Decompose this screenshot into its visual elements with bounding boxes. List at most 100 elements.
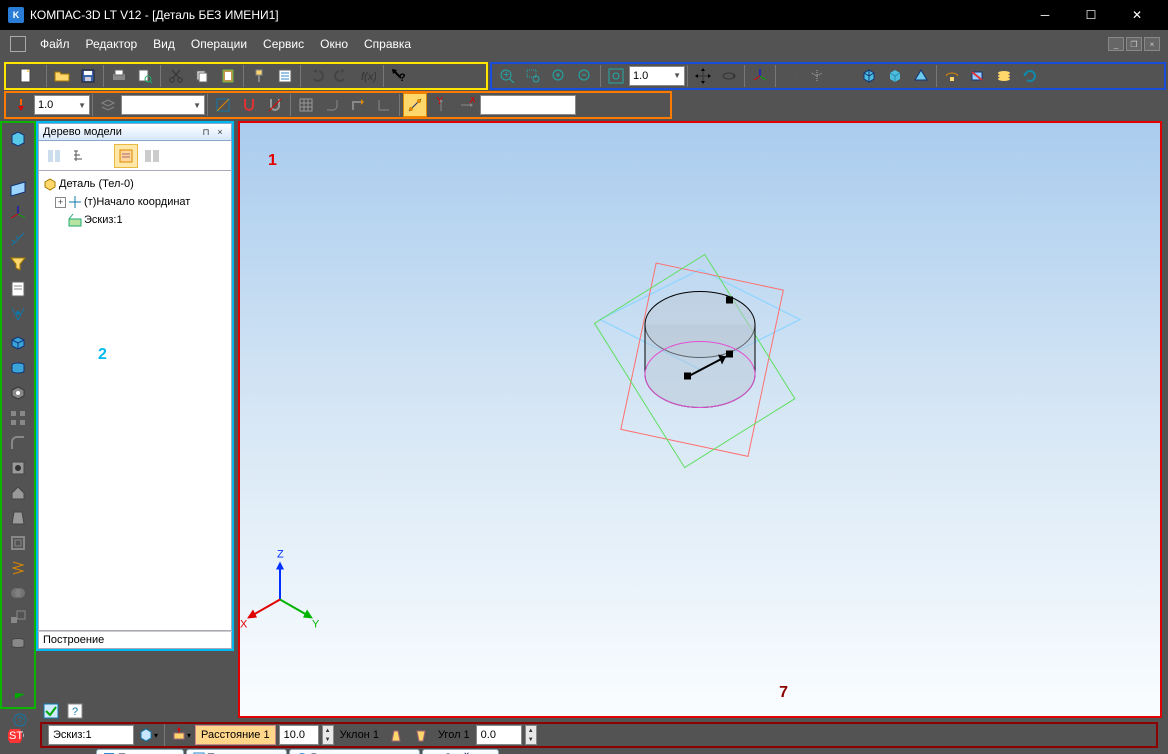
array-icon[interactable] bbox=[5, 406, 31, 430]
menu-file[interactable]: Файл bbox=[32, 33, 78, 55]
stop-button[interactable] bbox=[9, 93, 33, 117]
hidden-thin-button[interactable] bbox=[805, 64, 829, 88]
viewport-3d[interactable]: Z Y X bbox=[238, 121, 1162, 718]
zoom-window-button[interactable] bbox=[521, 64, 545, 88]
format-brush-button[interactable] bbox=[247, 64, 271, 88]
close-button[interactable]: ✕ bbox=[1114, 0, 1160, 30]
hidden-removed-button[interactable] bbox=[831, 64, 855, 88]
shell-icon[interactable] bbox=[5, 531, 31, 555]
coords-y-button[interactable]: Y bbox=[429, 93, 453, 117]
hole-icon[interactable] bbox=[5, 456, 31, 480]
tree-view1-button[interactable] bbox=[42, 144, 66, 168]
perspective-button[interactable] bbox=[909, 64, 933, 88]
pan-button[interactable] bbox=[691, 64, 715, 88]
thread-icon[interactable] bbox=[5, 556, 31, 580]
zoom-out-button[interactable] bbox=[573, 64, 597, 88]
snap-toggle-button[interactable] bbox=[263, 93, 287, 117]
extrude-op-icon[interactable] bbox=[5, 331, 31, 355]
apply-icon[interactable] bbox=[7, 682, 33, 706]
angle-input[interactable]: 0.0 bbox=[476, 725, 522, 745]
tree-body[interactable]: Деталь (Тел-0) + (т)Начало координат Эск… bbox=[38, 171, 232, 631]
ortho-button[interactable] bbox=[346, 93, 370, 117]
tree-view4-button[interactable] bbox=[140, 144, 164, 168]
revolve-icon[interactable] bbox=[5, 356, 31, 380]
tree-sketch-row[interactable]: Эскиз:1 bbox=[41, 211, 229, 229]
spec-icon[interactable] bbox=[5, 277, 31, 301]
expand-icon[interactable]: + bbox=[55, 197, 66, 208]
snap-button[interactable] bbox=[237, 93, 261, 117]
fillet-icon[interactable] bbox=[5, 431, 31, 455]
help-button[interactable]: ? bbox=[64, 700, 86, 722]
menu-operations[interactable]: Операции bbox=[183, 33, 255, 55]
zoom-dynamic-button[interactable]: + bbox=[495, 64, 519, 88]
open-button[interactable] bbox=[50, 64, 74, 88]
menu-view[interactable]: Вид bbox=[145, 33, 183, 55]
line-scale-select[interactable]: 1.0▼ bbox=[34, 95, 90, 115]
new-doc-button[interactable] bbox=[9, 64, 43, 88]
cut-button[interactable] bbox=[164, 64, 188, 88]
context-help-button[interactable]: ? bbox=[387, 64, 411, 88]
local-cs-button[interactable] bbox=[372, 93, 396, 117]
filter-icon[interactable] bbox=[5, 252, 31, 276]
tab-parameters[interactable]: Параметры bbox=[96, 749, 184, 754]
zoom-in-button[interactable] bbox=[547, 64, 571, 88]
mdi-close-button[interactable]: × bbox=[1144, 37, 1160, 51]
layer-name-select[interactable]: ▼ bbox=[121, 95, 205, 115]
mdi-minimize-button[interactable]: _ bbox=[1108, 37, 1124, 51]
wireframe-button[interactable] bbox=[779, 64, 803, 88]
orientation-button[interactable] bbox=[748, 64, 772, 88]
minimize-button[interactable]: ─ bbox=[1022, 0, 1068, 30]
tree-pin-icon[interactable]: ⊓ bbox=[199, 126, 213, 138]
measure-icon[interactable] bbox=[5, 227, 31, 251]
copy-button[interactable] bbox=[190, 64, 214, 88]
coord-input[interactable] bbox=[480, 95, 576, 115]
layers-button[interactable] bbox=[992, 64, 1016, 88]
sketch-button[interactable] bbox=[211, 93, 235, 117]
scale-icon[interactable] bbox=[5, 606, 31, 630]
tree-footer[interactable]: Построение bbox=[38, 631, 232, 649]
tab-result[interactable]: Результат операции bbox=[289, 749, 420, 754]
angle-spinner[interactable]: ▲▼ bbox=[525, 725, 537, 745]
reports-icon[interactable] bbox=[5, 302, 31, 326]
curve-icon[interactable] bbox=[5, 152, 31, 176]
sketch-name-field[interactable]: Эскиз:1 bbox=[48, 725, 134, 745]
auto-axes-button[interactable] bbox=[403, 93, 427, 117]
maximize-button[interactable]: ☐ bbox=[1068, 0, 1114, 30]
slope-out-icon[interactable] bbox=[385, 724, 407, 746]
sheet-icon[interactable] bbox=[5, 631, 31, 655]
mdi-restore-button[interactable]: ❐ bbox=[1126, 37, 1142, 51]
surfaces-icon[interactable] bbox=[5, 177, 31, 201]
draft-icon[interactable] bbox=[5, 506, 31, 530]
variables-button[interactable]: f(x) bbox=[356, 64, 380, 88]
slope-in-icon[interactable] bbox=[410, 724, 432, 746]
menu-help[interactable]: Справка bbox=[356, 33, 419, 55]
axes-icon[interactable] bbox=[5, 202, 31, 226]
direction-icon[interactable]: ▾ bbox=[170, 724, 192, 746]
menu-service[interactable]: Сервис bbox=[255, 33, 312, 55]
rib-icon[interactable] bbox=[5, 481, 31, 505]
tree-origin-row[interactable]: + (т)Начало координат bbox=[41, 193, 229, 211]
menu-window[interactable]: Окно bbox=[312, 33, 356, 55]
zoom-fit-button[interactable] bbox=[604, 64, 628, 88]
home-icon[interactable] bbox=[10, 36, 26, 52]
tab-thin-wall[interactable]: Тонкая стенка bbox=[186, 749, 287, 754]
undo-button[interactable] bbox=[304, 64, 328, 88]
rotate-button[interactable] bbox=[717, 64, 741, 88]
cut-extrude-icon[interactable] bbox=[5, 381, 31, 405]
apply-button[interactable] bbox=[40, 700, 62, 722]
shaded-edges-button[interactable] bbox=[857, 64, 881, 88]
layer-states-button[interactable] bbox=[96, 93, 120, 117]
round-button[interactable] bbox=[320, 93, 344, 117]
save-button[interactable] bbox=[76, 64, 100, 88]
tab-props[interactable]: Свойства bbox=[422, 749, 499, 754]
distance-spinner[interactable]: ▲▼ bbox=[322, 725, 334, 745]
simplify-button[interactable] bbox=[940, 64, 964, 88]
redo-button[interactable] bbox=[330, 64, 354, 88]
interrupt-button[interactable]: STOP bbox=[4, 725, 26, 747]
refresh-button[interactable] bbox=[1018, 64, 1042, 88]
paste-button[interactable] bbox=[216, 64, 240, 88]
print-button[interactable] bbox=[107, 64, 131, 88]
sketch-dd-icon[interactable]: ▾ bbox=[137, 724, 159, 746]
properties-button[interactable] bbox=[273, 64, 297, 88]
tree-root-row[interactable]: Деталь (Тел-0) bbox=[41, 175, 229, 193]
